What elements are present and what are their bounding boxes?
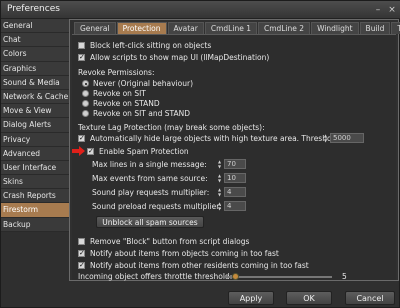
apply-button[interactable]: Apply [228, 291, 274, 305]
incoming-offers-label: Incoming object offers throttle threshol… [78, 272, 233, 281]
sound-preload-input[interactable]: 4 [224, 201, 246, 211]
revoke-stand-radio[interactable] [82, 100, 89, 107]
incoming-offers-slider[interactable] [222, 273, 332, 280]
max-lines-label: Max lines in a single message: [92, 160, 207, 169]
tab-build[interactable]: Build [359, 22, 391, 34]
sound-preload-label: Sound preload requests multiplier: [92, 202, 222, 211]
sidebar-item-general[interactable]: General [1, 19, 69, 34]
max-events-stepper-icon[interactable]: ▲ ▼ [218, 173, 222, 183]
notify-objects-label: Notify about items from objects coming i… [90, 249, 279, 258]
max-events-label: Max events from same source: [92, 174, 208, 183]
revoke-sit-stand-label: Revoke on SIT and STAND [93, 109, 191, 118]
incoming-offers-value: 5 [342, 272, 347, 281]
tab-protection[interactable]: Protection [116, 22, 167, 34]
tab-windlight[interactable]: Windlight [311, 22, 359, 34]
red-arrow-icon [72, 146, 85, 156]
enable-spam-checkbox[interactable] [87, 146, 94, 156]
sidebar-item-user-interface[interactable]: User Interface [1, 160, 69, 176]
sidebar-item-dialog-alerts[interactable]: Dialog Alerts [1, 118, 69, 133]
sound-play-input[interactable]: 4 [224, 187, 246, 197]
sidebar-item-privacy[interactable]: Privacy [1, 132, 69, 147]
cancel-button[interactable]: Cancel [345, 291, 395, 305]
tab-general[interactable]: General [74, 22, 116, 34]
revoke-sit-label: Revoke on SIT [93, 89, 146, 98]
sidebar-item-colors[interactable]: Colors [1, 47, 69, 62]
auto-hide-large-checkbox[interactable] [78, 133, 85, 143]
sidebar-item-sound-media[interactable]: Sound & Media [1, 75, 69, 90]
preferences-sidebar: General Chat Colors Graphics Sound & Med… [1, 19, 69, 241]
window-title: Preferences [7, 4, 60, 14]
tab-cmdline-1[interactable]: CmdLine 1 [204, 22, 257, 34]
threshold-stepper-icon[interactable]: ▲ ▼ [324, 133, 328, 143]
sidebar-item-skins[interactable]: Skins [1, 175, 69, 190]
sound-play-label: Sound play requests multiplier: [92, 188, 210, 197]
sidebar-item-chat[interactable]: Chat [1, 33, 69, 48]
preferences-window: Preferences – × General Chat Colors Grap… [0, 0, 400, 308]
notify-objects-checkbox[interactable] [78, 248, 85, 258]
sound-play-stepper-icon[interactable]: ▲ ▼ [218, 187, 222, 197]
block-left-click-checkbox[interactable] [78, 42, 85, 49]
revoke-stand-label: Revoke on STAND [93, 99, 160, 108]
tab-avatar[interactable]: Avatar [167, 22, 204, 34]
auto-hide-large-label: Automatically hide large objects with hi… [90, 134, 341, 143]
sidebar-item-move-view[interactable]: Move & View [1, 104, 69, 119]
close-button[interactable]: × [387, 5, 397, 15]
sidebar-item-backup[interactable]: Backup [1, 217, 69, 232]
tab-bar: General Protection Avatar CmdLine 1 CmdL… [74, 22, 400, 34]
revoke-never-radio[interactable] [82, 80, 89, 87]
max-lines-input[interactable]: 70 [224, 159, 246, 169]
max-events-input[interactable]: 10 [224, 173, 246, 183]
notify-residents-label: Notify about items from other residents … [90, 261, 309, 270]
enable-spam-label: Enable Spam Protection [99, 147, 189, 156]
sidebar-item-firestorm[interactable]: Firestorm [1, 203, 69, 218]
tab-tags[interactable]: Tags [391, 22, 400, 34]
sidebar-item-advanced[interactable]: Advanced [1, 146, 69, 161]
sidebar-item-network-cache[interactable]: Network & Cache [1, 89, 69, 105]
sound-preload-stepper-icon[interactable]: ▲ ▼ [218, 201, 222, 211]
tab-cmdline-2[interactable]: CmdLine 2 [257, 22, 311, 34]
title-bar[interactable]: Preferences – × [1, 1, 400, 19]
max-lines-stepper-icon[interactable]: ▲ ▼ [218, 159, 222, 169]
protection-tab-content: Block left-click sitting on objects Allo… [72, 34, 396, 281]
block-left-click-label: Block left-click sitting on objects [90, 41, 212, 50]
revoke-sit-stand-radio[interactable] [82, 110, 89, 117]
minimize-button[interactable]: – [373, 5, 383, 15]
allow-scripts-map-label: Allow scripts to show map UI (llMapDesti… [90, 53, 270, 62]
auto-hide-threshold-input[interactable]: 5000 [330, 133, 364, 143]
remove-block-checkbox[interactable] [78, 238, 85, 245]
unblock-spam-button[interactable]: Unblock all spam sources [96, 216, 204, 228]
notify-residents-checkbox[interactable] [78, 260, 85, 270]
preferences-panel: General Protection Avatar CmdLine 1 CmdL… [69, 19, 400, 281]
revoke-sit-radio[interactable] [82, 90, 89, 97]
ok-button[interactable]: OK [286, 291, 332, 305]
sidebar-item-graphics[interactable]: Graphics [1, 61, 69, 76]
revoke-permissions-heading: Revoke Permissions: [78, 68, 155, 77]
allow-scripts-map-checkbox[interactable] [78, 52, 85, 62]
sidebar-item-crash-reports[interactable]: Crash Reports [1, 189, 69, 204]
texture-lag-heading: Texture Lag Protection (may break some o… [78, 123, 265, 132]
remove-block-label: Remove "Block" button from script dialog… [90, 237, 250, 246]
revoke-never-label: Never (Original behaviour) [93, 79, 194, 88]
incoming-offers-slider-handle[interactable] [232, 273, 240, 280]
